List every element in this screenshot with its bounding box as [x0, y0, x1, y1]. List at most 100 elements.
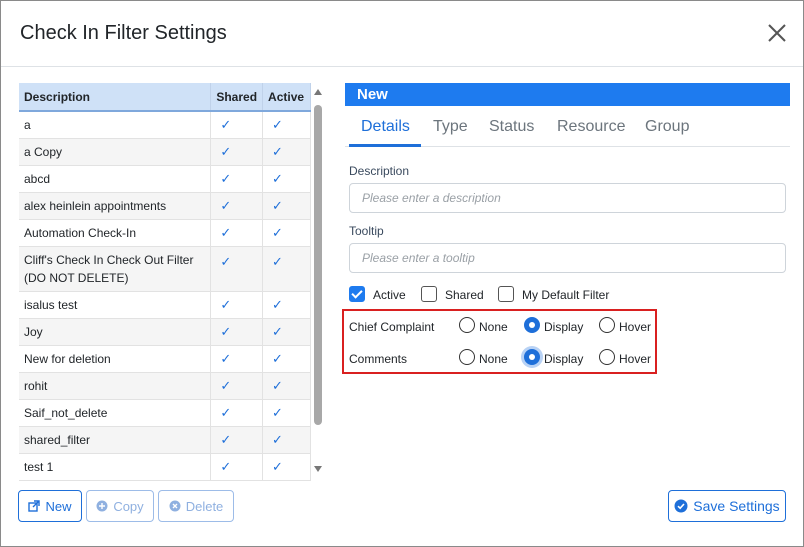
shared-checkbox[interactable] — [421, 286, 437, 302]
shared-check-icon: ✓ — [220, 197, 232, 213]
tab-details[interactable]: Details — [361, 118, 410, 136]
shared-check-icon: ✓ — [220, 377, 232, 393]
row-description: test 1 — [19, 453, 212, 481]
external-link-icon — [28, 500, 41, 512]
dialog-title: Check In Filter Settings — [20, 22, 227, 44]
x-circle-icon — [169, 500, 181, 512]
copy-button-label: Copy — [113, 498, 144, 514]
row-description: New for deletion — [19, 345, 212, 373]
delete-button[interactable]: Delete — [158, 490, 234, 522]
tab-type[interactable]: Type — [433, 118, 468, 136]
table-row[interactable]: abcd ✓ ✓ — [19, 165, 311, 193]
plus-circle-icon — [96, 500, 108, 512]
table-row[interactable]: rohit ✓ ✓ — [19, 372, 311, 400]
table-row[interactable]: shared_filter ✓ ✓ — [19, 426, 311, 454]
close-icon[interactable] — [767, 23, 787, 43]
check-circle-icon — [674, 499, 688, 513]
comments-hover-radio[interactable] — [599, 349, 615, 365]
active-check-icon: ✓ — [272, 377, 283, 393]
shared-check-icon: ✓ — [220, 253, 232, 269]
chief-complaint-hover-radio[interactable] — [599, 317, 615, 333]
row-description: abcd — [19, 165, 212, 193]
table-row[interactable]: a ✓ ✓ — [19, 111, 311, 139]
my-default-filter-checkbox[interactable] — [498, 286, 514, 302]
row-description: Joy — [19, 318, 212, 346]
scroll-up-arrow-icon[interactable] — [314, 89, 322, 95]
table-row[interactable]: Automation Check-In ✓ ✓ — [19, 219, 311, 247]
active-check-icon: ✓ — [272, 404, 283, 420]
column-header-shared[interactable]: Shared — [210, 83, 264, 112]
panel-tabs: Details Type Status Resource Group — [345, 109, 790, 147]
table-row[interactable]: New for deletion ✓ ✓ — [19, 345, 311, 373]
tab-status[interactable]: Status — [489, 118, 534, 136]
table-row[interactable]: Cliff's Check In Check Out Filter (DO NO… — [19, 246, 311, 292]
panel-header: New — [345, 83, 790, 106]
shared-check-icon: ✓ — [220, 224, 232, 240]
table-header-row: Description Shared Active — [19, 83, 311, 112]
shared-check-icon: ✓ — [220, 116, 232, 132]
check-in-filter-settings-dialog: Check In Filter Settings Description Sha… — [0, 0, 804, 547]
active-check-icon: ✓ — [272, 170, 283, 186]
active-checkbox-label: Active — [373, 288, 406, 302]
list-scrollbar[interactable] — [312, 83, 325, 482]
table-row[interactable]: Joy ✓ ✓ — [19, 318, 311, 346]
active-check-icon: ✓ — [272, 253, 283, 269]
row-description: a — [19, 111, 212, 139]
table-row[interactable]: Saif_not_delete ✓ ✓ — [19, 399, 311, 427]
save-settings-label: Save Settings — [693, 498, 780, 514]
chief-complaint-none-label: None — [479, 320, 508, 334]
shared-check-icon: ✓ — [220, 350, 232, 366]
row-description: a Copy — [19, 138, 212, 166]
save-settings-button[interactable]: Save Settings — [668, 490, 786, 522]
comments-none-radio[interactable] — [459, 349, 475, 365]
tooltip-label: Tooltip — [349, 224, 384, 238]
chief-complaint-display-radio[interactable] — [524, 317, 540, 333]
chief-complaint-none-radio[interactable] — [459, 317, 475, 333]
shared-check-icon: ✓ — [220, 296, 232, 312]
chief-complaint-display-label: Display — [544, 320, 584, 334]
active-tab-indicator — [349, 144, 421, 147]
tab-resource[interactable]: Resource — [557, 118, 625, 136]
active-check-icon: ✓ — [272, 350, 283, 366]
row-description: shared_filter — [19, 426, 212, 454]
comments-none-label: None — [479, 352, 508, 366]
column-header-active[interactable]: Active — [262, 83, 311, 112]
row-description: Automation Check-In — [19, 219, 212, 247]
tooltip-input[interactable] — [349, 243, 786, 273]
filter-list: Description Shared Active a ✓ ✓ a Copy ✓… — [19, 83, 325, 482]
new-button[interactable]: New — [18, 490, 82, 522]
copy-button[interactable]: Copy — [86, 490, 154, 522]
row-description: isalus test — [19, 291, 212, 319]
active-check-icon: ✓ — [272, 458, 283, 474]
row-description: alex heinlein appointments — [19, 192, 212, 220]
shared-checkbox-label: Shared — [445, 288, 484, 302]
scroll-down-arrow-icon[interactable] — [314, 466, 322, 472]
scroll-thumb[interactable] — [314, 105, 322, 425]
shared-check-icon: ✓ — [220, 458, 232, 474]
column-header-description[interactable]: Description — [19, 83, 212, 112]
active-check-icon: ✓ — [272, 116, 283, 132]
table-row[interactable]: alex heinlein appointments ✓ ✓ — [19, 192, 311, 220]
comments-display-radio[interactable] — [524, 349, 540, 365]
description-input[interactable] — [349, 183, 786, 213]
chief-complaint-label: Chief Complaint — [349, 320, 435, 334]
table-row[interactable]: isalus test ✓ ✓ — [19, 291, 311, 319]
my-default-filter-label: My Default Filter — [522, 288, 610, 302]
active-check-icon: ✓ — [272, 323, 283, 339]
active-check-icon: ✓ — [272, 143, 283, 159]
shared-check-icon: ✓ — [220, 323, 232, 339]
comments-display-label: Display — [544, 352, 584, 366]
row-description: Saif_not_delete — [19, 399, 212, 427]
delete-button-label: Delete — [185, 498, 224, 514]
active-checkbox[interactable] — [349, 286, 365, 302]
comments-hover-label: Hover — [619, 352, 652, 366]
row-description: Cliff's Check In Check Out Filter (DO NO… — [19, 246, 212, 292]
active-check-icon: ✓ — [272, 296, 283, 312]
table-row[interactable]: test 1 ✓ ✓ — [19, 453, 311, 481]
tab-group[interactable]: Group — [645, 118, 689, 136]
table-row[interactable]: a Copy ✓ ✓ — [19, 138, 311, 166]
shared-check-icon: ✓ — [220, 404, 232, 420]
active-check-icon: ✓ — [272, 224, 283, 240]
shared-check-icon: ✓ — [220, 170, 232, 186]
filter-table: Description Shared Active a ✓ ✓ a Copy ✓… — [19, 83, 311, 481]
